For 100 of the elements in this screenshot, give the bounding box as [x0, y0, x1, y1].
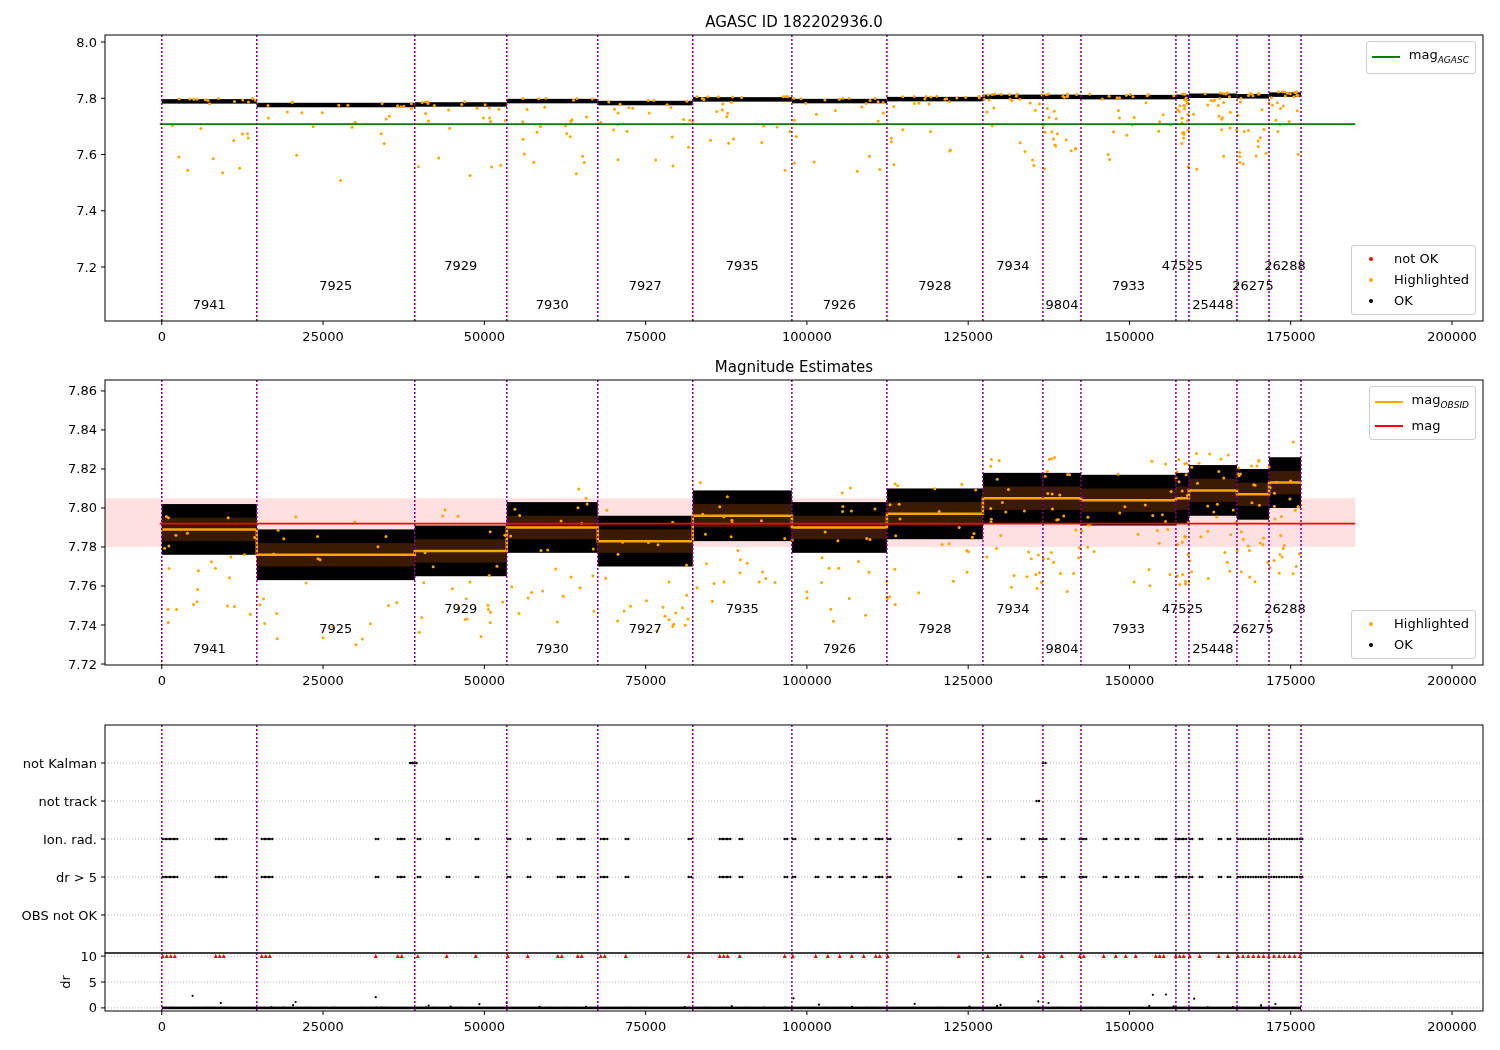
tick-label: 7.2 — [76, 259, 97, 275]
obsid-label: 7927 — [628, 277, 662, 293]
data-point — [373, 954, 378, 959]
obsid-label: 7933 — [1111, 277, 1145, 293]
obsid-label: 7930 — [535, 641, 569, 657]
data-point — [1216, 954, 1221, 959]
flag-points-drawing — [1035, 799, 1041, 803]
data-point — [737, 954, 742, 959]
obsid-label: 7933 — [1111, 621, 1145, 636]
data-point — [1225, 954, 1230, 959]
data-point — [849, 954, 854, 959]
tick-label: 125000 — [943, 329, 993, 344]
tick-label: 7.86 — [68, 383, 97, 399]
tick-label: 5 — [88, 974, 97, 990]
data-point — [885, 954, 890, 959]
data-point — [790, 954, 795, 959]
obsid-label: 7926 — [822, 297, 856, 313]
obsid-label: 25448 — [1192, 641, 1234, 657]
obsid-label: 7927 — [628, 621, 662, 636]
tick-label: 7.84 — [68, 422, 97, 438]
obsid-label: 47525 — [1161, 600, 1204, 616]
axis-label: dr — [58, 975, 73, 989]
tick-label: 7.80 — [68, 500, 97, 516]
chart-title: Magnitude Estimates — [714, 358, 874, 376]
tick-label: 175000 — [1265, 1019, 1316, 1034]
chart-title: AGASC ID 182202936.0 — [705, 13, 883, 31]
data-point — [473, 954, 478, 959]
obsid-label: 7928 — [918, 621, 952, 636]
row-label: dr > 5 — [55, 869, 97, 885]
tick-label: 25000 — [302, 329, 344, 344]
tick-label: 7.78 — [68, 539, 97, 555]
tick-label: 25000 — [302, 673, 344, 688]
data-point — [825, 954, 830, 959]
tick-label: 0 — [88, 1000, 97, 1016]
tick-label: 150000 — [1104, 673, 1155, 688]
tick-label: 200000 — [1427, 329, 1477, 344]
tick-label: 7.72 — [68, 656, 97, 672]
row-label: not Kalman — [22, 755, 97, 771]
data-point — [985, 954, 990, 959]
obsid-label: 26288 — [1264, 600, 1306, 616]
data-point — [686, 954, 691, 959]
tick-label: 7.74 — [68, 617, 97, 633]
tick-label: 175000 — [1265, 673, 1316, 688]
tick-label: 7.82 — [68, 461, 97, 477]
tick-label: 7.4 — [76, 203, 97, 219]
obsid-label: 7935 — [725, 257, 759, 273]
obsid-label: 7935 — [725, 600, 759, 616]
data-point — [1101, 954, 1106, 959]
data-point — [444, 954, 449, 959]
tick-label: 75000 — [624, 1019, 667, 1034]
legend-label: Highlighted — [1394, 271, 1469, 289]
obsid-label: 26275 — [1232, 277, 1274, 293]
legend-label: mag$_{OBSID}$ — [1411, 391, 1469, 412]
obsid-label: 26275 — [1232, 621, 1274, 636]
data-point — [1133, 954, 1138, 959]
obsid-label: 7925 — [319, 277, 353, 293]
obsid-label: 9804 — [1045, 297, 1079, 313]
tick-label: 50000 — [463, 673, 505, 688]
tick-label: 8.0 — [76, 34, 97, 50]
data-point — [1123, 954, 1128, 959]
obsid-label: 7928 — [918, 277, 952, 293]
obsid-label: 7925 — [319, 621, 353, 636]
tick-label: 75000 — [624, 329, 667, 344]
legend-label: mag — [1411, 416, 1441, 435]
tick-label: 50000 — [463, 329, 505, 344]
legend-label: OK — [1394, 636, 1413, 654]
obsid-label: 7941 — [192, 641, 226, 657]
data-point — [813, 954, 818, 959]
tick-label: 75000 — [624, 673, 667, 688]
tick-label: 7.76 — [68, 578, 97, 594]
data-point — [1197, 954, 1202, 959]
data-point — [1113, 954, 1118, 959]
data-point — [415, 954, 420, 959]
tick-label: 0 — [157, 673, 166, 688]
obsid-label: 7929 — [444, 257, 478, 273]
tick-label: 7.8 — [76, 90, 97, 106]
legend-line-icon — [1371, 56, 1400, 59]
obsid-label: 26288 — [1264, 257, 1306, 273]
tick-label: 0 — [157, 329, 166, 344]
tick-label: 175000 — [1265, 329, 1316, 344]
tick-label: 150000 — [1104, 1019, 1155, 1034]
obsid-label: 7930 — [535, 297, 569, 313]
obsid-label: 9804 — [1045, 641, 1079, 657]
obsid-label: 7941 — [192, 297, 226, 313]
legend-line-icon — [1374, 401, 1403, 404]
legend-label: not OK — [1394, 250, 1439, 268]
tick-label: 10 — [80, 948, 97, 964]
data-point — [623, 954, 628, 959]
data-point — [1019, 954, 1024, 959]
tick-label: 125000 — [943, 1019, 993, 1034]
row-label: Ion. rad. — [43, 831, 97, 847]
obsid-label: 7934 — [996, 257, 1030, 273]
tick-label: 150000 — [1104, 329, 1155, 344]
data-point — [505, 954, 510, 959]
tick-label: 50000 — [463, 1019, 505, 1034]
obsid-label: 7926 — [822, 641, 856, 657]
tick-label: 125000 — [943, 673, 993, 688]
data-point — [525, 954, 530, 959]
data-point — [782, 954, 787, 959]
tick-label: 200000 — [1427, 673, 1477, 688]
